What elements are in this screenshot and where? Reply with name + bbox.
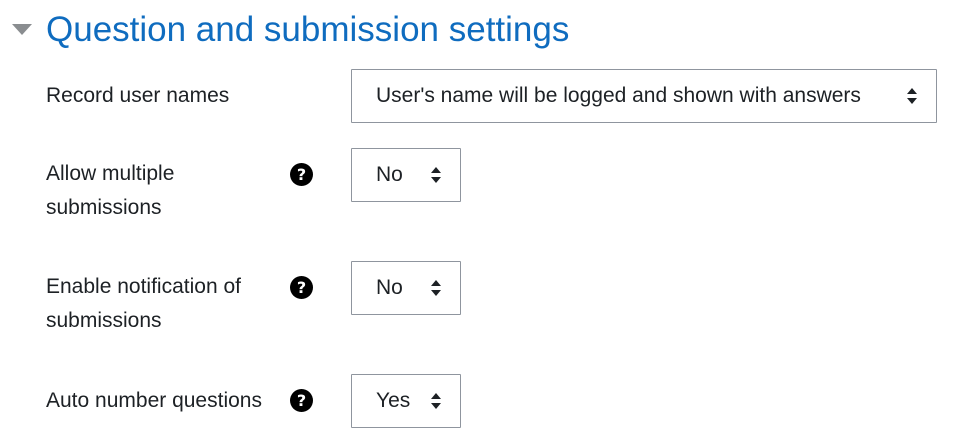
enable-notification-label-line1: Enable notification of (46, 275, 241, 298)
caret-down-icon[interactable] (12, 24, 32, 35)
form-row-record-user-names: Record user names User's name will be lo… (0, 69, 968, 123)
question-circle-icon[interactable]: ? (290, 163, 313, 186)
record-user-names-label: Record user names (46, 84, 230, 107)
section-header[interactable]: Question and submission settings (0, 0, 968, 62)
question-circle-icon[interactable]: ? (290, 389, 313, 412)
sort-updown-icon (431, 393, 441, 409)
record-user-names-value: User's name will be logged and shown wit… (376, 84, 861, 107)
enable-notification-select[interactable]: No (351, 261, 461, 315)
allow-multiple-label-line2: submissions (46, 196, 162, 219)
auto-number-value: Yes (376, 389, 411, 412)
question-circle-icon[interactable]: ? (290, 276, 313, 299)
allow-multiple-value: No (376, 163, 403, 186)
form-row-allow-multiple: Allow multiple submissions ? No (0, 148, 968, 228)
form-row-auto-number: Auto number questions ? Yes (0, 374, 968, 428)
enable-notification-label-line2: submissions (46, 309, 162, 332)
sort-updown-icon (431, 280, 441, 296)
sort-updown-icon (431, 167, 441, 183)
record-user-names-select[interactable]: User's name will be logged and shown wit… (351, 69, 937, 123)
enable-notification-label: Enable notification of submissions (46, 270, 241, 338)
allow-multiple-label: Allow multiple submissions (46, 157, 174, 225)
sort-updown-icon (907, 88, 917, 104)
auto-number-label: Auto number questions (46, 389, 262, 412)
form-row-enable-notification: Enable notification of submissions ? No (0, 261, 968, 341)
enable-notification-value: No (376, 276, 403, 299)
auto-number-select[interactable]: Yes (351, 374, 461, 428)
allow-multiple-select[interactable]: No (351, 148, 461, 202)
allow-multiple-label-line1: Allow multiple (46, 162, 175, 185)
section-title[interactable]: Question and submission settings (46, 9, 569, 51)
